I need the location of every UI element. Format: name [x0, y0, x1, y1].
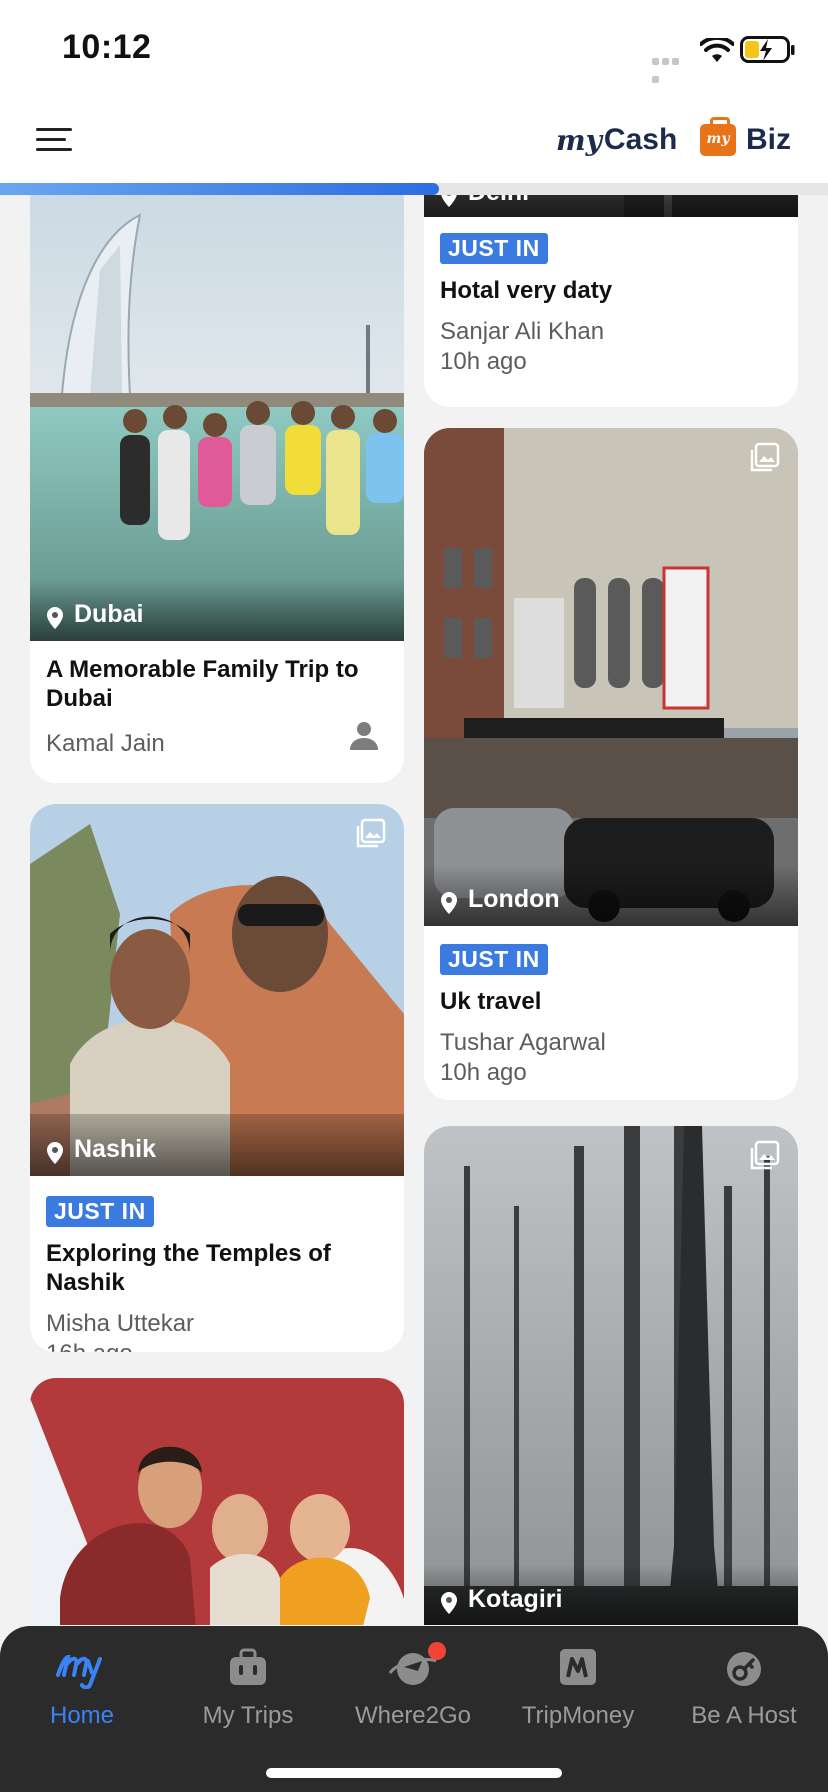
- biz-button[interactable]: my Biz: [700, 117, 791, 162]
- gallery-icon: [356, 818, 386, 848]
- story-card-promo[interactable]: [30, 1378, 404, 1625]
- location-pin-icon: [441, 1592, 457, 1614]
- story-card-nashik[interactable]: Nashik JUST IN Exploring the Temples of …: [30, 804, 404, 1352]
- location-name: Kotagiri: [468, 1585, 563, 1613]
- story-photo-nashik: Nashik: [30, 804, 404, 1176]
- nav-my-trips[interactable]: My Trips: [168, 1642, 328, 1730]
- story-photo-london: London: [424, 428, 798, 926]
- where2go-notification-dot: [428, 1642, 446, 1660]
- suitcase-icon: [230, 1648, 266, 1685]
- story-card-delhi[interactable]: Delhi JUST IN Hotal very daty Sanjar Ali…: [424, 195, 798, 407]
- story-author: Sanjar Ali Khan: [440, 318, 605, 345]
- story-photo-kotagiri: Kotagiri: [424, 1126, 798, 1625]
- battery-charging-icon: [740, 36, 795, 63]
- nav-where2go[interactable]: Where2Go: [333, 1642, 493, 1730]
- story-feed[interactable]: Dubai A Memorable Family Trip to Dubai K…: [0, 195, 828, 1625]
- mycash-button[interactable]: my Cash: [556, 120, 677, 160]
- cellular-signal-icon: [652, 52, 690, 83]
- home-my-logo-icon: [56, 1654, 102, 1689]
- nav-be-a-host-label: Be A Host: [691, 1702, 797, 1729]
- story-author: Kamal Jain: [46, 730, 165, 757]
- progress-fill: [0, 183, 439, 195]
- nav-tripmoney[interactable]: TripMoney: [498, 1642, 658, 1730]
- story-time-ago: 10h ago: [440, 348, 527, 375]
- story-author: Tushar Agarwal: [440, 1029, 606, 1056]
- wifi-icon: [700, 38, 734, 62]
- location-pin-icon: [47, 607, 63, 629]
- user-profile-icon[interactable]: [348, 719, 380, 751]
- gallery-icon: [750, 442, 780, 472]
- story-title: Hotal very daty: [440, 277, 613, 304]
- story-title: A Memorable Family Trip to Dubai: [46, 656, 359, 712]
- location-tag: Nashik: [30, 1114, 404, 1176]
- story-card-london[interactable]: London JUST IN Uk travel Tushar Agarwal …: [424, 428, 798, 1100]
- nav-home[interactable]: Home: [2, 1642, 162, 1730]
- mycash-logo: my: [556, 123, 602, 157]
- story-title: Uk travel: [440, 988, 542, 1015]
- story-author: Misha Uttekar: [46, 1310, 195, 1337]
- hamburger-menu-icon[interactable]: [36, 128, 74, 152]
- location-name: Nashik: [74, 1135, 156, 1163]
- biz-label: Biz: [746, 123, 791, 156]
- just-in-badge: JUST IN: [440, 233, 548, 264]
- status-bar: 10:12: [0, 0, 828, 100]
- just-in-badge: JUST IN: [46, 1196, 154, 1227]
- story-title: Exploring the Temples of Nashik: [46, 1240, 331, 1296]
- gallery-icon: [750, 1140, 780, 1170]
- home-indicator: [266, 1768, 562, 1778]
- story-card-dubai[interactable]: Dubai A Memorable Family Trip to Dubai K…: [30, 195, 404, 783]
- location-tag: Delhi: [424, 195, 798, 217]
- story-photo-dubai: Dubai: [30, 195, 404, 641]
- biz-briefcase-icon: my: [700, 117, 736, 156]
- story-photo-family: [30, 1378, 404, 1625]
- nav-where2go-label: Where2Go: [354, 1702, 472, 1729]
- nav-my-trips-label: My Trips: [202, 1702, 294, 1729]
- story-time-ago: 16h ago: [46, 1339, 388, 1352]
- loading-progress-bar: [0, 183, 828, 195]
- story-time-ago: 10h ago: [440, 1059, 527, 1086]
- story-card-kotagiri[interactable]: Kotagiri: [424, 1126, 798, 1625]
- top-header: my Cash my Biz: [0, 100, 828, 184]
- nav-home-label: Home: [49, 1702, 115, 1729]
- location-pin-icon: [441, 195, 457, 207]
- just-in-badge: JUST IN: [440, 944, 548, 975]
- location-name: Dubai: [74, 600, 144, 628]
- tripmoney-icon: [560, 1649, 596, 1685]
- nav-be-a-host[interactable]: Be A Host: [664, 1642, 824, 1730]
- location-tag: Dubai: [30, 579, 404, 641]
- nav-tripmoney-label: TripMoney: [521, 1702, 635, 1729]
- host-key-icon: [727, 1652, 761, 1686]
- story-photo-delhi: Delhi: [424, 195, 798, 217]
- location-tag: Kotagiri: [424, 1564, 798, 1625]
- location-name: Delhi: [468, 195, 529, 207]
- status-time: 10:12: [62, 28, 152, 66]
- location-pin-icon: [47, 1142, 63, 1164]
- location-pin-icon: [441, 892, 457, 914]
- mycash-label: Cash: [603, 123, 678, 156]
- location-name: London: [468, 885, 560, 913]
- location-tag: London: [424, 864, 798, 926]
